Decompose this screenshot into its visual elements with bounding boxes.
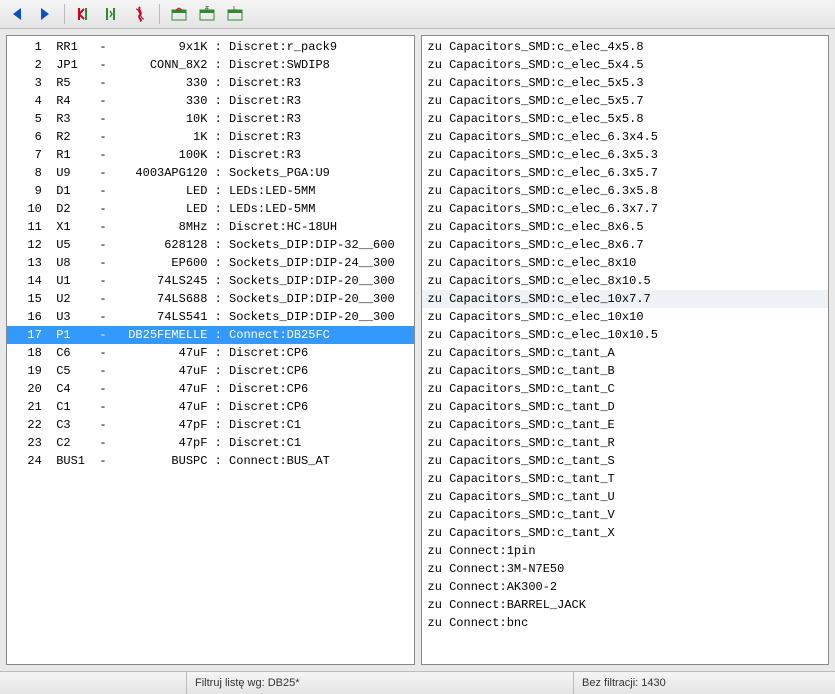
footprint-row[interactable]: zu Capacitors_SMD:c_tant_T [422,470,829,488]
component-row[interactable]: 4 R4 - 330 : Discret:R3 [7,92,414,110]
component-row[interactable]: 19 C5 - 47uF : Discret:CP6 [7,362,414,380]
component-row[interactable]: 13 U8 - EP600 : Sockets_DIP:DIP-24__300 [7,254,414,272]
footprint-row[interactable]: zu Capacitors_SMD:c_tant_V [422,506,829,524]
component-row[interactable]: 5 R3 - 10K : Discret:R3 [7,110,414,128]
footprint-row[interactable]: zu Capacitors_SMD:c_elec_8x10.5 [422,272,829,290]
footprint-row[interactable]: zu Capacitors_SMD:c_elec_4x5.8 [422,38,829,56]
footprint-row[interactable]: zu Capacitors_SMD:c_elec_6.3x7.7 [422,200,829,218]
status-filter: Filtruj listę wg: DB25* [186,672,573,694]
component-row[interactable]: 2 JP1 - CONN_8X2 : Discret:SWDIP8 [7,56,414,74]
footprint-row[interactable]: zu Connect:bnc [422,614,829,632]
footprint-row[interactable]: zu Capacitors_SMD:c_elec_10x10 [422,308,829,326]
component-row[interactable]: 9 D1 - LED : LEDs:LED-5MM [7,182,414,200]
footprint-row[interactable]: zu Capacitors_SMD:c_tant_X [422,524,829,542]
footprint-row[interactable]: zu Capacitors_SMD:c_elec_5x4.5 [422,56,829,74]
footprint-row[interactable]: zu Capacitors_SMD:c_elec_10x7.7 [422,290,829,308]
footprint-row[interactable]: zu Connect:3M-N7E50 [422,560,829,578]
component-row[interactable]: 22 C3 - 47pF : Discret:C1 [7,416,414,434]
tool-red-icon[interactable] [71,1,97,27]
component-row[interactable]: 12 U5 - 628128 : Sockets_DIP:DIP-32__600 [7,236,414,254]
footprint-row[interactable]: zu Connect:AK300-2 [422,578,829,596]
footprint-row[interactable]: zu Capacitors_SMD:c_elec_6.3x5.8 [422,182,829,200]
component-row[interactable]: 20 C4 - 47uF : Discret:CP6 [7,380,414,398]
footprint-row[interactable]: zu Capacitors_SMD:c_tant_E [422,416,829,434]
component-row[interactable]: 23 C2 - 47pF : Discret:C1 [7,434,414,452]
tool-green-icon[interactable] [99,1,125,27]
components-list[interactable]: 1 RR1 - 9x1K : Discret:r_pack9 2 JP1 - C… [7,36,414,664]
status-bar: Filtruj listę wg: DB25* Bez filtracji: 1… [0,671,835,694]
component-row[interactable]: 8 U9 - 4003APG120 : Sockets_PGA:U9 [7,164,414,182]
status-count: Bez filtracji: 1430 [573,672,835,694]
footprint-row[interactable]: zu Capacitors_SMD:c_elec_5x5.8 [422,110,829,128]
table-c-icon[interactable]: L [222,1,248,27]
svg-text:#: # [205,6,209,13]
status-spacer [0,672,186,694]
footprint-row[interactable]: zu Connect:BARREL_JACK [422,596,829,614]
footprint-row[interactable]: zu Capacitors_SMD:c_elec_8x6.7 [422,236,829,254]
pdf-icon[interactable] [127,1,153,27]
components-pane: 1 RR1 - 9x1K : Discret:r_pack9 2 JP1 - C… [6,35,415,665]
component-row[interactable]: 3 R5 - 330 : Discret:R3 [7,74,414,92]
component-row[interactable]: 7 R1 - 100K : Discret:R3 [7,146,414,164]
footprint-row[interactable]: zu Capacitors_SMD:c_tant_A [422,344,829,362]
nav-forward-icon[interactable] [32,1,58,27]
footprint-row[interactable]: zu Capacitors_SMD:c_tant_B [422,362,829,380]
footprint-row[interactable]: zu Capacitors_SMD:c_elec_5x5.3 [422,74,829,92]
panes-container: 1 RR1 - 9x1K : Discret:r_pack9 2 JP1 - C… [0,29,835,671]
component-row[interactable]: 11 X1 - 8MHz : Discret:HC-18UH [7,218,414,236]
component-row[interactable]: 21 C1 - 47uF : Discret:CP6 [7,398,414,416]
toolbar: #L [0,0,835,29]
component-row[interactable]: 24 BUS1 - BUSPC : Connect:BUS_AT [7,452,414,470]
component-row[interactable]: 17 P1 - DB25FEMELLE : Connect:DB25FC [7,326,414,344]
table-a-icon[interactable] [166,1,192,27]
footprint-row[interactable]: zu Connect:1pin [422,542,829,560]
toolbar-separator [64,4,65,24]
component-row[interactable]: 6 R2 - 1K : Discret:R3 [7,128,414,146]
footprint-row[interactable]: zu Capacitors_SMD:c_elec_8x10 [422,254,829,272]
component-row[interactable]: 10 D2 - LED : LEDs:LED-5MM [7,200,414,218]
footprint-row[interactable]: zu Capacitors_SMD:c_elec_6.3x5.7 [422,164,829,182]
svg-text:L: L [233,6,237,13]
footprint-row[interactable]: zu Capacitors_SMD:c_elec_8x6.5 [422,218,829,236]
footprints-pane: zu Capacitors_SMD:c_elec_4x5.8zu Capacit… [421,35,830,665]
footprint-row[interactable]: zu Capacitors_SMD:c_tant_C [422,380,829,398]
footprint-row[interactable]: zu Capacitors_SMD:c_elec_10x10.5 [422,326,829,344]
toolbar-separator [159,4,160,24]
footprint-row[interactable]: zu Capacitors_SMD:c_elec_6.3x4.5 [422,128,829,146]
footprints-list[interactable]: zu Capacitors_SMD:c_elec_4x5.8zu Capacit… [422,36,829,664]
nav-back-icon[interactable] [4,1,30,27]
footprint-row[interactable]: zu Capacitors_SMD:c_tant_R [422,434,829,452]
component-row[interactable]: 1 RR1 - 9x1K : Discret:r_pack9 [7,38,414,56]
component-row[interactable]: 14 U1 - 74LS245 : Sockets_DIP:DIP-20__30… [7,272,414,290]
component-row[interactable]: 18 C6 - 47uF : Discret:CP6 [7,344,414,362]
table-b-icon[interactable]: # [194,1,220,27]
footprint-row[interactable]: zu Capacitors_SMD:c_tant_U [422,488,829,506]
footprint-row[interactable]: zu Capacitors_SMD:c_elec_6.3x5.3 [422,146,829,164]
footprint-row[interactable]: zu Capacitors_SMD:c_tant_D [422,398,829,416]
component-row[interactable]: 16 U3 - 74LS541 : Sockets_DIP:DIP-20__30… [7,308,414,326]
component-row[interactable]: 15 U2 - 74LS688 : Sockets_DIP:DIP-20__30… [7,290,414,308]
footprint-row[interactable]: zu Capacitors_SMD:c_elec_5x5.7 [422,92,829,110]
footprint-row[interactable]: zu Capacitors_SMD:c_tant_S [422,452,829,470]
